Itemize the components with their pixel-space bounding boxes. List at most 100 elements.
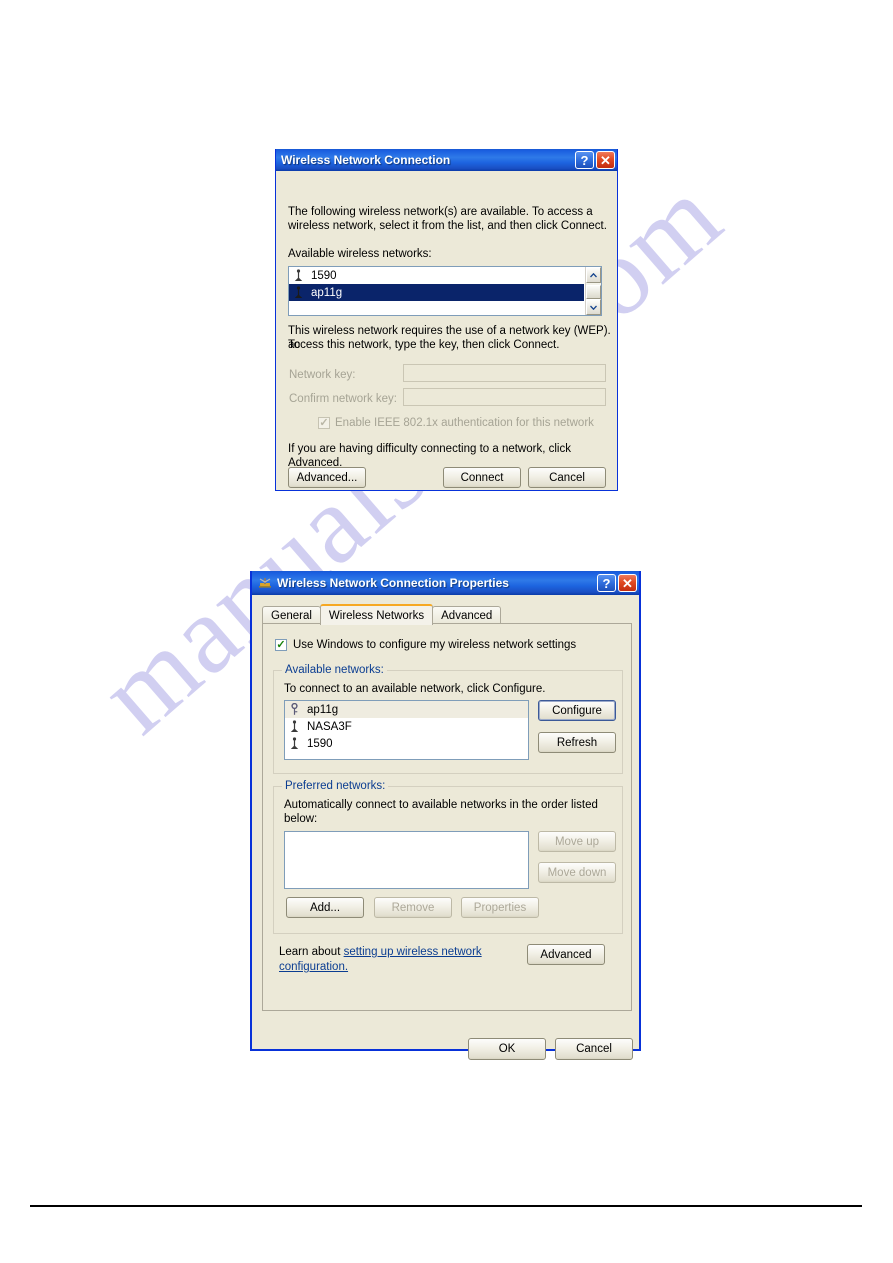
- available-networks-list-2: ap11g NASA3F 1590: [285, 701, 528, 759]
- advanced-button-2-label: Advanced: [540, 948, 592, 961]
- tab-wireless-networks-label: Wireless Networks: [328, 609, 425, 622]
- ieee-8021x-checkbox[interactable]: ✓: [318, 417, 330, 429]
- dialog1-intro-line1: The following wireless network(s) are av…: [288, 206, 593, 218]
- scroll-up-button[interactable]: [586, 267, 601, 283]
- tab-general-label: General: [271, 610, 312, 622]
- refresh-button-label: Refresh: [556, 736, 598, 749]
- ok-button-label: OK: [498, 1043, 516, 1055]
- move-up-button[interactable]: Move up: [538, 831, 616, 852]
- available-networks-group-title: Available networks:: [282, 664, 387, 676]
- wireless-network-properties-dialog: Wireless Network Connection Properties ?…: [250, 571, 641, 1060]
- help-button[interactable]: ?: [575, 151, 594, 169]
- preferred-networks-group-title: Preferred networks:: [282, 780, 389, 792]
- scroll-track[interactable]: [586, 283, 601, 299]
- list-item[interactable]: ap11g: [289, 284, 584, 301]
- available-networks-list: 1590 ap11g: [289, 267, 584, 315]
- learn-about-block: Learn about setting up wireless network …: [279, 942, 519, 973]
- available-networks-label: Available wireless networks:: [288, 247, 432, 261]
- confirm-network-key-label: Confirm network key:: [289, 392, 397, 406]
- close-icon: ✕: [600, 152, 611, 168]
- available-networks-hint: To connect to an available network, clic…: [284, 683, 546, 695]
- learn-about-prefix: Learn about: [279, 946, 344, 958]
- close-button[interactable]: ✕: [596, 151, 615, 169]
- wep-notice-line2: access this network, type the key, then …: [288, 339, 560, 351]
- confirm-network-key-input[interactable]: [403, 388, 606, 406]
- ok-button[interactable]: OK: [468, 1038, 546, 1060]
- dialog1-titlebar[interactable]: Wireless Network Connection ? ✕: [276, 149, 617, 171]
- list-item[interactable]: NASA3F: [285, 718, 528, 735]
- check-icon: ✓: [319, 417, 329, 429]
- preferred-networks-listbox[interactable]: [284, 831, 529, 889]
- list-item-label: NASA3F: [307, 720, 352, 733]
- add-button[interactable]: Add...: [286, 897, 364, 918]
- chevron-up-icon: [590, 272, 597, 277]
- listbox-scrollbar[interactable]: [585, 267, 601, 315]
- move-up-button-label: Move up: [554, 835, 600, 848]
- check-icon: ✓: [276, 639, 286, 651]
- network-key-label-text: Network key:: [289, 369, 356, 381]
- wireless-network-connection-dialog: Wireless Network Connection ? ✕ The foll…: [275, 149, 618, 491]
- tower-icon: [290, 737, 299, 749]
- add-button-label: Add...: [309, 901, 341, 914]
- tab-advanced-label: Advanced: [441, 610, 493, 622]
- list-item-label: ap11g: [307, 703, 339, 716]
- tab-page-wireless-networks: ✓ Use Windows to configure my wireless n…: [262, 623, 632, 1011]
- dialog2-body: General Wireless Networks Advanced ✓ Use…: [252, 595, 639, 1060]
- setting-up-wireless-link-line1[interactable]: setting up wireless network: [344, 946, 482, 958]
- advanced-button-2[interactable]: Advanced: [527, 944, 605, 965]
- tab-wireless-networks[interactable]: Wireless Networks: [319, 604, 434, 625]
- available-networks-group: Available networks: To connect to an ava…: [273, 664, 623, 774]
- dialog1-intro-line2: wireless network, select it from the lis…: [288, 220, 607, 232]
- key-icon: [291, 703, 298, 715]
- available-networks-listbox[interactable]: 1590 ap11g: [288, 266, 602, 316]
- list-item-label: 1590: [311, 269, 337, 282]
- setting-up-wireless-link-line2[interactable]: configuration.: [279, 961, 519, 973]
- scroll-down-button[interactable]: [586, 299, 601, 315]
- help-icon: ?: [602, 575, 611, 591]
- dialog1-titlebar-buttons: ? ✕: [575, 151, 615, 169]
- list-item[interactable]: 1590: [285, 735, 528, 752]
- available-networks-label-text: Available wireless networks:: [288, 248, 432, 260]
- page-bottom-rule: [30, 1205, 862, 1207]
- network-key-label: Network key:: [289, 368, 355, 382]
- configure-button-label: Configure: [552, 704, 602, 717]
- available-networks-listbox-2[interactable]: ap11g NASA3F 1590: [284, 700, 529, 760]
- preferred-networks-list: [285, 832, 528, 888]
- network-key-input[interactable]: [403, 364, 606, 382]
- list-item-label: 1590: [307, 737, 333, 750]
- scroll-thumb[interactable]: [586, 285, 601, 299]
- chevron-down-icon: [590, 305, 597, 310]
- advanced-button-label: Advanced...: [296, 471, 358, 484]
- refresh-button[interactable]: Refresh: [538, 732, 616, 753]
- confirm-network-key-label-text: Confirm network key:: [289, 393, 398, 405]
- cancel-button[interactable]: Cancel: [528, 467, 606, 488]
- preferred-networks-hint-line1: Automatically connect to available netwo…: [284, 799, 598, 811]
- advanced-button[interactable]: Advanced...: [288, 467, 366, 488]
- dialog2-titlebar[interactable]: Wireless Network Connection Properties ?…: [252, 571, 639, 595]
- move-down-button-label: Move down: [547, 866, 607, 879]
- ieee-8021x-checkbox-row[interactable]: ✓ Enable IEEE 802.1x authentication for …: [318, 416, 594, 430]
- dialog2-titlebar-buttons: ? ✕: [597, 574, 637, 592]
- connect-button-label: Connect: [460, 471, 504, 484]
- preferred-networks-hint-line2: below:: [284, 813, 318, 825]
- help-button[interactable]: ?: [597, 574, 616, 592]
- list-item[interactable]: 1590: [289, 267, 584, 284]
- cancel-button-2-label: Cancel: [576, 1043, 612, 1055]
- difficulty-text: If you are having difficulty connecting …: [288, 443, 571, 469]
- list-item[interactable]: ap11g: [285, 701, 528, 718]
- use-windows-checkbox-row[interactable]: ✓ Use Windows to configure my wireless n…: [275, 638, 576, 652]
- use-windows-label: Use Windows to configure my wireless net…: [293, 639, 577, 651]
- properties-button[interactable]: Properties: [461, 897, 539, 918]
- close-button[interactable]: ✕: [618, 574, 637, 592]
- configure-button[interactable]: Configure: [538, 700, 616, 721]
- tower-icon: [294, 286, 303, 298]
- dialog1-title: Wireless Network Connection: [281, 153, 451, 167]
- list-item-label: ap11g: [311, 286, 343, 299]
- connect-button[interactable]: Connect: [443, 467, 521, 488]
- cancel-button-2[interactable]: Cancel: [555, 1038, 633, 1060]
- preferred-networks-group: Preferred networks: Automatically connec…: [273, 780, 623, 934]
- remove-button[interactable]: Remove: [374, 897, 452, 918]
- move-down-button[interactable]: Move down: [538, 862, 616, 883]
- dialog1-body: The following wireless network(s) are av…: [276, 171, 617, 490]
- use-windows-checkbox[interactable]: ✓: [275, 639, 287, 651]
